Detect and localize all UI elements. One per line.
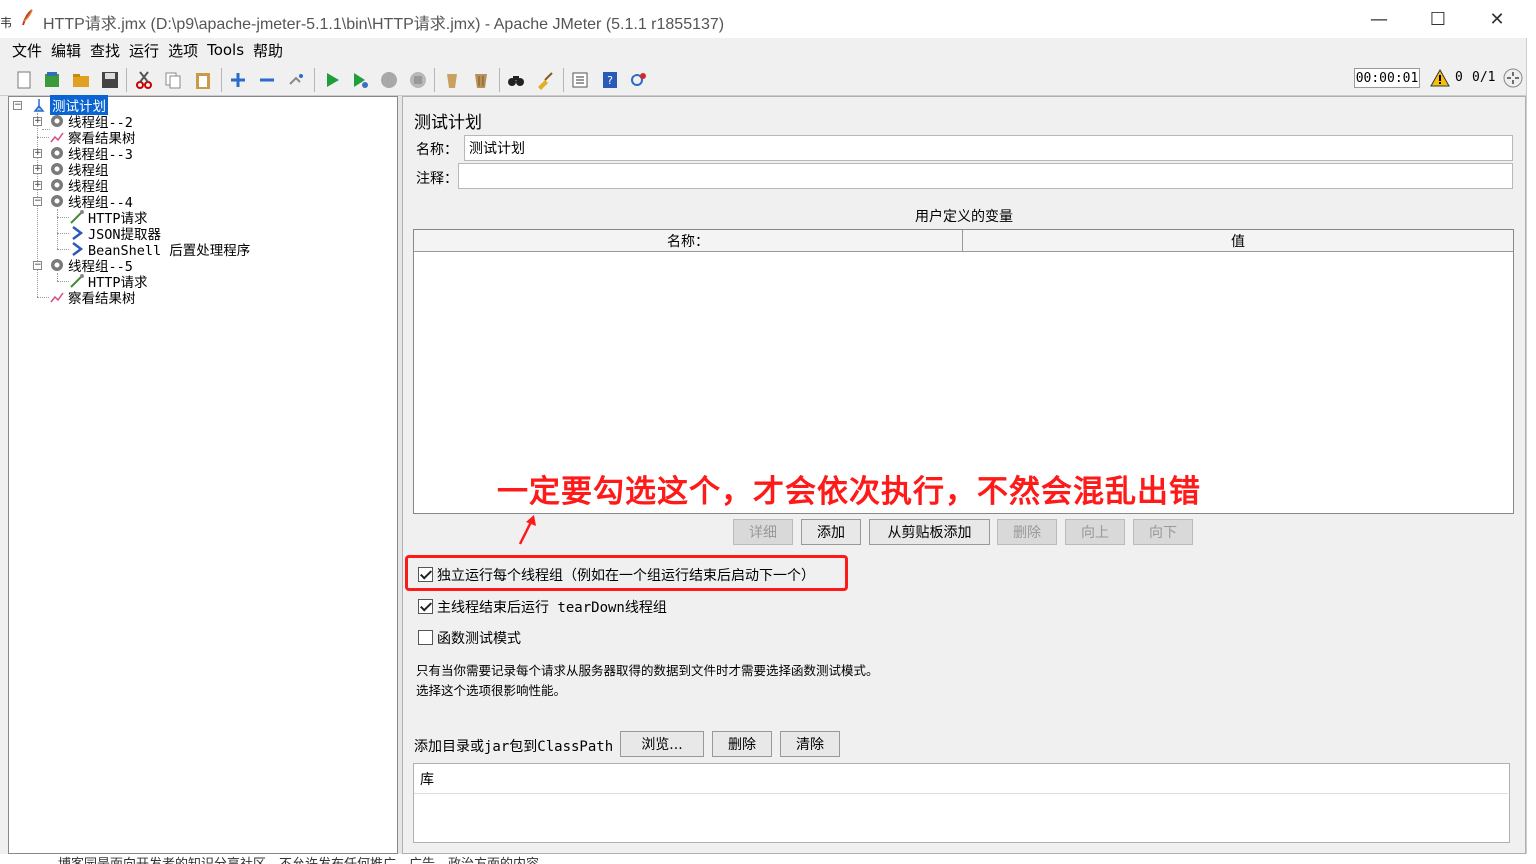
svg-text:?: ?	[607, 74, 613, 87]
edge-fragment: 韦	[0, 16, 13, 30]
toolbar: ?	[0, 62, 1526, 96]
arrow-icon	[72, 226, 84, 240]
menu-tools[interactable]: Tools	[207, 41, 244, 59]
teardown-checkbox[interactable]	[418, 599, 433, 614]
menu-file[interactable]: 文件	[12, 40, 42, 61]
functional-mode-note: 只有当你需要记录每个请求从服务器取得的数据到文件时才需要选择函数测试模式。	[416, 663, 879, 678]
delete-button[interactable]: 删除	[997, 519, 1057, 545]
maximize-button[interactable]: ☐	[1409, 0, 1467, 38]
menu-bar: 文件 编辑 查找 运行 选项 Tools 帮助	[0, 38, 1526, 62]
detail-button[interactable]: 详细	[733, 519, 793, 545]
classpath-delete-button[interactable]: 删除	[712, 731, 772, 757]
menu-options[interactable]: 选项	[168, 40, 198, 61]
log-viewer-icon[interactable]	[1502, 67, 1524, 89]
menu-edit[interactable]: 编辑	[51, 40, 81, 61]
annotation-highlight-box	[405, 555, 848, 591]
open-icon[interactable]	[71, 70, 91, 90]
close-button[interactable]: ✕	[1468, 0, 1526, 38]
window-right-edge	[1526, 38, 1536, 854]
window-title: HTTP请求.jmx (D:\p9\apache-jmeter-5.1.1\bi…	[43, 16, 725, 33]
tree-label: 察看结果树	[68, 291, 136, 307]
tree-toggle[interactable]: +	[33, 117, 42, 126]
save-icon[interactable]	[100, 70, 120, 90]
gear-icon	[51, 259, 63, 271]
shutdown-icon[interactable]	[408, 70, 428, 90]
chart-listener-icon	[50, 292, 64, 303]
function-helper-icon[interactable]	[570, 70, 590, 90]
active-threads: 0/1	[1472, 70, 1496, 85]
cut-icon[interactable]	[134, 70, 154, 90]
annotation-text: 一定要勾选这个，才会依次执行，不然会混乱出错	[497, 474, 1201, 510]
start-icon[interactable]	[322, 70, 342, 90]
menu-run[interactable]: 运行	[129, 40, 159, 61]
pipette-icon	[70, 210, 84, 224]
column-header-name[interactable]: 名称：	[414, 230, 963, 252]
help-icon[interactable]: ?	[600, 70, 620, 90]
classpath-clear-button[interactable]: 清除	[780, 731, 840, 757]
start-no-pause-icon[interactable]	[350, 70, 370, 90]
tree-node-results-tree[interactable]: 察看结果树	[49, 289, 136, 307]
clear-all-icon[interactable]	[471, 70, 491, 90]
chart-listener-icon	[50, 132, 64, 143]
tree-toggle[interactable]: −	[33, 261, 42, 270]
name-label: 名称：	[416, 142, 458, 158]
column-header-value[interactable]: 值	[963, 230, 1513, 252]
clear-icon[interactable]	[442, 70, 462, 90]
warning-icon[interactable]	[1430, 68, 1450, 88]
tree-toggle[interactable]: +	[33, 149, 42, 158]
performance-note: 选择这个选项很影响性能。	[416, 683, 567, 698]
move-up-button[interactable]: 向上	[1065, 519, 1125, 545]
comment-label: 注释：	[416, 171, 458, 187]
gear-icon	[51, 179, 63, 191]
new-icon[interactable]	[14, 70, 34, 90]
menu-help[interactable]: 帮助	[253, 40, 283, 61]
move-down-button[interactable]: 向下	[1133, 519, 1193, 545]
remote-icon[interactable]	[629, 70, 649, 90]
tree-toggle-root[interactable]: −	[13, 101, 22, 110]
add-from-clipboard-button[interactable]: 从剪贴板添加	[869, 519, 990, 545]
error-count: 0	[1455, 70, 1463, 85]
tree-toggle[interactable]: +	[33, 165, 42, 174]
gear-icon	[51, 115, 63, 127]
stop-icon[interactable]	[379, 70, 399, 90]
teardown-label: 主线程结束后运行 tearDown线程组	[437, 600, 667, 616]
reset-search-icon[interactable]	[535, 70, 555, 90]
tree-toggle[interactable]: +	[33, 181, 42, 190]
browse-button[interactable]: 浏览...	[620, 731, 704, 757]
test-plan-icon	[33, 99, 45, 112]
classpath-label: 添加目录或jar包到ClassPath	[414, 739, 614, 755]
jmeter-feather-icon	[22, 9, 33, 26]
tree-toggle[interactable]: −	[33, 197, 42, 206]
expand-all-icon[interactable]	[228, 70, 248, 90]
search-icon[interactable]	[506, 70, 526, 90]
functional-mode-label: 函数测试模式	[437, 631, 521, 647]
page-title: 测试计划	[414, 113, 482, 133]
gear-icon	[51, 195, 63, 207]
menu-search[interactable]: 查找	[90, 40, 120, 61]
gear-icon	[51, 147, 63, 159]
toggle-icon[interactable]	[286, 70, 306, 90]
test-plan-tree: − 测试计划 + 线程组--2 察看结果树 + 线程组--3 + 线程组 + 线…	[8, 95, 398, 854]
add-button[interactable]: 添加	[801, 519, 861, 545]
copy-icon[interactable]	[163, 70, 183, 90]
annotation-arrow-icon	[518, 515, 536, 545]
name-field[interactable]: 测试计划	[464, 135, 1513, 161]
paste-icon[interactable]	[193, 70, 213, 90]
comment-field[interactable]	[458, 163, 1513, 189]
user-variables-title: 用户定义的变量	[915, 209, 1013, 225]
library-column-header: 库	[414, 764, 1508, 794]
functional-mode-checkbox[interactable]	[418, 630, 433, 645]
elapsed-timer: 00:00:01	[1354, 68, 1420, 88]
templates-icon[interactable]	[42, 70, 62, 90]
gear-icon	[51, 163, 63, 175]
minimize-button[interactable]: —	[1350, 0, 1408, 38]
collapse-all-icon[interactable]	[257, 70, 277, 90]
classpath-library-list[interactable]: 库	[413, 763, 1510, 843]
background-page-text: 博客园是面向开发者的知识分享社区，不允许发布任何推广、广告、政治方面的内容	[58, 853, 539, 864]
